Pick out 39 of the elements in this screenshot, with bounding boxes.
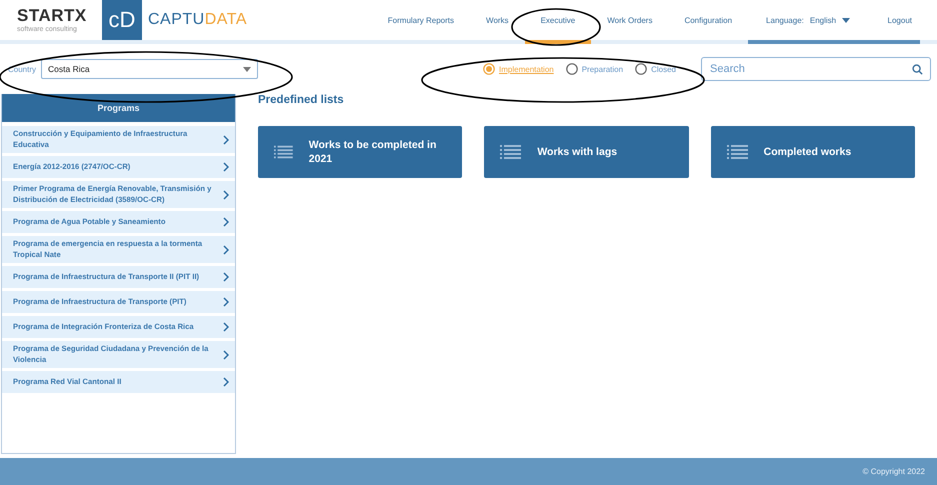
search-icon: [912, 64, 923, 75]
status-radio[interactable]: Preparation: [566, 63, 624, 75]
list-icon: [274, 145, 293, 159]
country-label: Country: [8, 64, 36, 74]
language-dropdown[interactable]: English: [810, 16, 850, 24]
nav-tab[interactable]: Formulary Reports: [388, 0, 470, 44]
nav-tab[interactable]: Works: [470, 0, 525, 44]
copyright-text: © Copyright 2022: [862, 467, 925, 476]
caret-icon: [842, 18, 850, 22]
country-select[interactable]: Costa Rica: [41, 59, 258, 79]
chevron-right-icon: [223, 322, 229, 332]
app-logo-mark: cD: [102, 0, 142, 40]
startx-logo-text: STARTX: [17, 6, 88, 24]
chevron-right-icon: [223, 217, 229, 227]
chevron-right-icon: [223, 190, 229, 200]
logout-link[interactable]: Logout: [888, 16, 920, 24]
list-card[interactable]: Works with lags: [484, 126, 689, 178]
language-label: Language:: [766, 16, 804, 24]
app-name: CAPTUDATA: [148, 11, 248, 29]
list-icon: [500, 145, 522, 159]
chevron-right-icon: [223, 162, 229, 172]
caret-icon: [243, 66, 252, 72]
status-radio[interactable]: Implementation: [483, 63, 554, 75]
nav-tab[interactable]: Executive: [524, 0, 592, 44]
chevron-right-icon: [223, 244, 229, 254]
section-title: Predefined lists: [258, 94, 345, 106]
search-field[interactable]: Search: [701, 57, 931, 81]
chevron-right-icon: [223, 350, 229, 360]
list-icon: [726, 145, 748, 159]
nav-tab[interactable]: Work Orders: [591, 0, 668, 44]
list-card[interactable]: Works to be completed in 2021: [258, 126, 462, 178]
chevron-right-icon: [223, 272, 229, 282]
chevron-right-icon: [223, 134, 229, 144]
status-radio[interactable]: Closed: [635, 63, 676, 75]
programs-header: Programs: [2, 94, 235, 122]
chevron-right-icon: [223, 297, 229, 307]
list-card[interactable]: Completed works: [710, 126, 915, 178]
chevron-right-icon: [223, 377, 229, 387]
nav-tab[interactable]: Configuration: [668, 0, 748, 44]
